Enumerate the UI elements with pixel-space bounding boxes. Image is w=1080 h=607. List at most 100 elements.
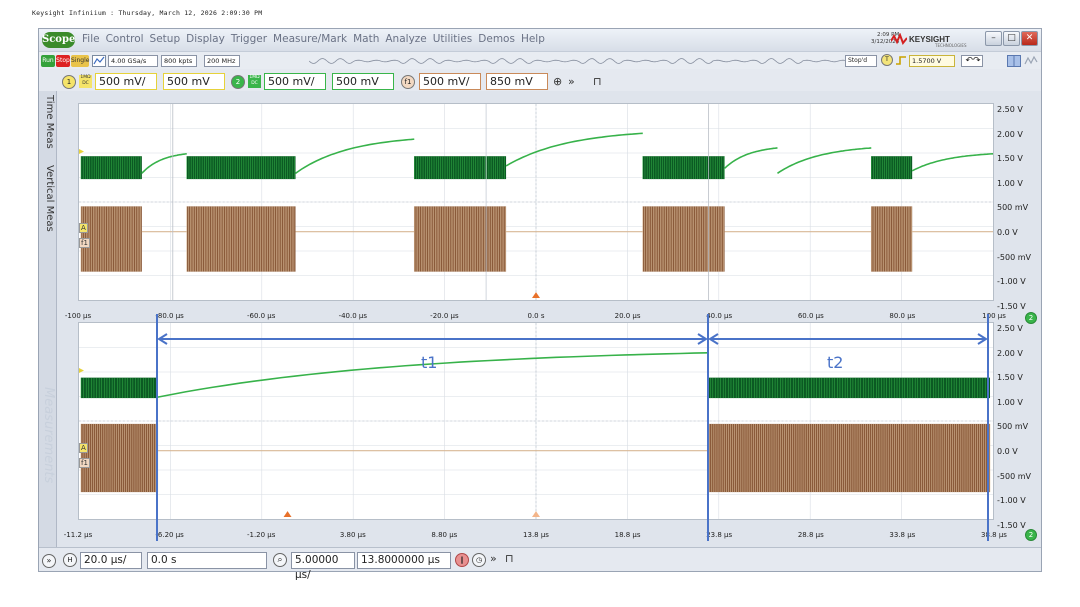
- layout-icon[interactable]: [1007, 55, 1021, 67]
- x-axis-tick-label: -80.0 µs: [155, 312, 184, 320]
- trigger-level-field[interactable]: 1.5700 V: [909, 55, 955, 67]
- math-burst: [80, 423, 158, 493]
- menu-utilities[interactable]: Utilities: [430, 33, 476, 45]
- trigger-source-chip[interactable]: T: [881, 54, 893, 66]
- horizontal-h-indicator[interactable]: H: [63, 553, 77, 567]
- y-axis-tick-label: 1.50 V: [997, 154, 1023, 164]
- menu-display[interactable]: Display: [183, 33, 228, 45]
- ch2-charge-curve: [911, 153, 993, 172]
- ch2-charge-curve: [724, 147, 778, 169]
- y-axis-tick-label: 1.00 V: [997, 397, 1023, 407]
- bandwidth-field[interactable]: 200 MHz: [204, 55, 240, 67]
- close-icon[interactable]: ✕: [1021, 31, 1038, 46]
- pause-icon[interactable]: ‖: [455, 553, 469, 567]
- horizontal-position-field[interactable]: 0.0 s: [147, 552, 267, 569]
- marker-a-tag: A: [79, 223, 88, 233]
- keysight-logo-icon: [891, 33, 907, 45]
- y-axis-tick-label: -500 mV: [997, 471, 1031, 481]
- y-axis-tick-label: 0.0 V: [997, 447, 1018, 456]
- channel-2-indicator[interactable]: 2: [231, 75, 245, 89]
- channel-2-coupling[interactable]: 1MΩ DC: [248, 75, 261, 88]
- x-axis-tick-label: 80.0 µs: [889, 312, 916, 320]
- channel-2-offset-field[interactable]: 500 mV: [332, 73, 394, 90]
- sample-rate-field[interactable]: 4.00 GSa/s: [108, 55, 158, 67]
- pin-icon[interactable]: ⊓: [593, 75, 602, 88]
- math-burst: [80, 206, 142, 272]
- math-f1-scale-field[interactable]: 500 mV/: [419, 73, 481, 90]
- y-axis-tick-label: -1.00 V: [997, 496, 1026, 506]
- menu-trigger[interactable]: Trigger: [228, 33, 270, 45]
- channel-1-scale-field[interactable]: 500 mV/: [95, 73, 157, 90]
- math-f1-indicator[interactable]: f1: [401, 75, 415, 89]
- scope-logo[interactable]: Scope: [42, 32, 75, 48]
- maximize-icon[interactable]: □: [1003, 31, 1020, 46]
- x-axis-tick-label: -60.0 µs: [246, 312, 276, 320]
- menu-math[interactable]: Math: [350, 33, 382, 45]
- menu-file[interactable]: File: [79, 33, 103, 45]
- stop-button[interactable]: Stop: [56, 55, 70, 67]
- ch2-burst: [707, 377, 991, 399]
- x-axis-tick-label: -100 µs: [64, 312, 92, 320]
- run-button[interactable]: Run: [41, 55, 55, 67]
- y-axis-tick-label: 2.50 V: [997, 105, 1023, 114]
- menu-help[interactable]: Help: [518, 33, 548, 45]
- menu-setup[interactable]: Setup: [147, 33, 184, 45]
- lower-channel-badge[interactable]: 2: [1025, 529, 1037, 541]
- oscilloscope-window: Scope File Control Setup Display Trigger…: [38, 28, 1042, 581]
- menu-measure-mark[interactable]: Measure/Mark: [270, 33, 350, 45]
- tab-vertical-meas[interactable]: Vertical Meas: [41, 165, 55, 232]
- menu-bar: Scope File Control Setup Display Trigger…: [39, 29, 1041, 51]
- expand-chevron-icon[interactable]: »: [568, 75, 575, 88]
- x-axis-tick-label: 8.80 µs: [431, 531, 458, 539]
- waveform-view-icon[interactable]: [1024, 55, 1038, 67]
- zoom-scale-field[interactable]: 5.00000 µs/: [291, 552, 355, 581]
- channel-1-offset-field[interactable]: 500 mV: [163, 73, 225, 90]
- x-axis-tick-label: 0.0 s: [527, 312, 545, 320]
- add-channel-icon[interactable]: ⊕: [553, 75, 562, 88]
- undo-redo-icon[interactable]: ↶↷: [961, 55, 983, 67]
- ch2-burst: [80, 377, 158, 399]
- y-axis-tick-label: 1.50 V: [997, 373, 1023, 383]
- menu-analyze[interactable]: Analyze: [382, 33, 429, 45]
- minimize-icon[interactable]: –: [985, 31, 1002, 46]
- channel-2-scale-field[interactable]: 500 mV/: [264, 73, 326, 90]
- x-axis-tick-label: -1.20 µs: [246, 531, 276, 539]
- x-axis-tick-label: 100 µs: [982, 312, 1006, 320]
- upper-channel-badge[interactable]: 2: [1025, 312, 1037, 324]
- memory-depth-field[interactable]: 800 kpts: [161, 55, 197, 67]
- upper-waveform-grid[interactable]: [78, 103, 994, 301]
- brand-subtitle: TECHNOLOGIES: [935, 43, 967, 48]
- zoom-magnifier-icon[interactable]: ⌕: [273, 553, 287, 567]
- y-axis-tick-label: 2.00 V: [997, 348, 1023, 358]
- expand-chevron-icon[interactable]: »: [490, 552, 497, 565]
- expand-side-icon[interactable]: »: [42, 554, 56, 568]
- single-button[interactable]: Single: [71, 55, 89, 67]
- zoom-position-field[interactable]: 13.8000000 µs: [357, 552, 451, 569]
- x-axis-tick-label: 13.8 µs: [523, 531, 549, 539]
- pin-icon[interactable]: ⊓: [505, 552, 514, 565]
- x-axis-tick-label: 20.0 µs: [614, 312, 641, 320]
- menu-control[interactable]: Control: [103, 33, 147, 45]
- autoscale-icon[interactable]: [92, 55, 106, 67]
- ch2-charge-curve: [505, 132, 643, 167]
- x-axis-tick-label: 18.8 µs: [614, 531, 641, 539]
- math-burst: [871, 206, 913, 272]
- trigger-edge-icon[interactable]: [895, 55, 907, 66]
- tab-time-meas[interactable]: Time Meas: [41, 95, 55, 149]
- measurement-sidebar: Time Meas Vertical Meas Measurements: [39, 91, 57, 547]
- x-axis-tick-label: -40.0 µs: [338, 312, 368, 320]
- y-axis-tick-label: 0.0 V: [997, 228, 1018, 237]
- clock-icon[interactable]: ◷: [472, 553, 486, 567]
- lower-zoom-waveform-grid[interactable]: [78, 322, 994, 520]
- menu-demos[interactable]: Demos: [475, 33, 518, 45]
- channel-1-indicator[interactable]: 1: [62, 75, 76, 89]
- marker-f1-tag: f1: [79, 238, 90, 248]
- math-f1-offset-field[interactable]: 850 mV: [486, 73, 548, 90]
- channel-1-coupling[interactable]: 1MΩ DC: [79, 75, 92, 88]
- waveform-overview-strip[interactable]: [309, 55, 874, 67]
- marker-a-tag: A: [79, 443, 88, 453]
- x-axis-tick-label: -20.0 µs: [430, 312, 459, 320]
- ch2-charge-curve: [141, 153, 187, 174]
- horizontal-scale-field[interactable]: 20.0 µs/: [80, 552, 142, 569]
- ch2-burst: [871, 156, 913, 180]
